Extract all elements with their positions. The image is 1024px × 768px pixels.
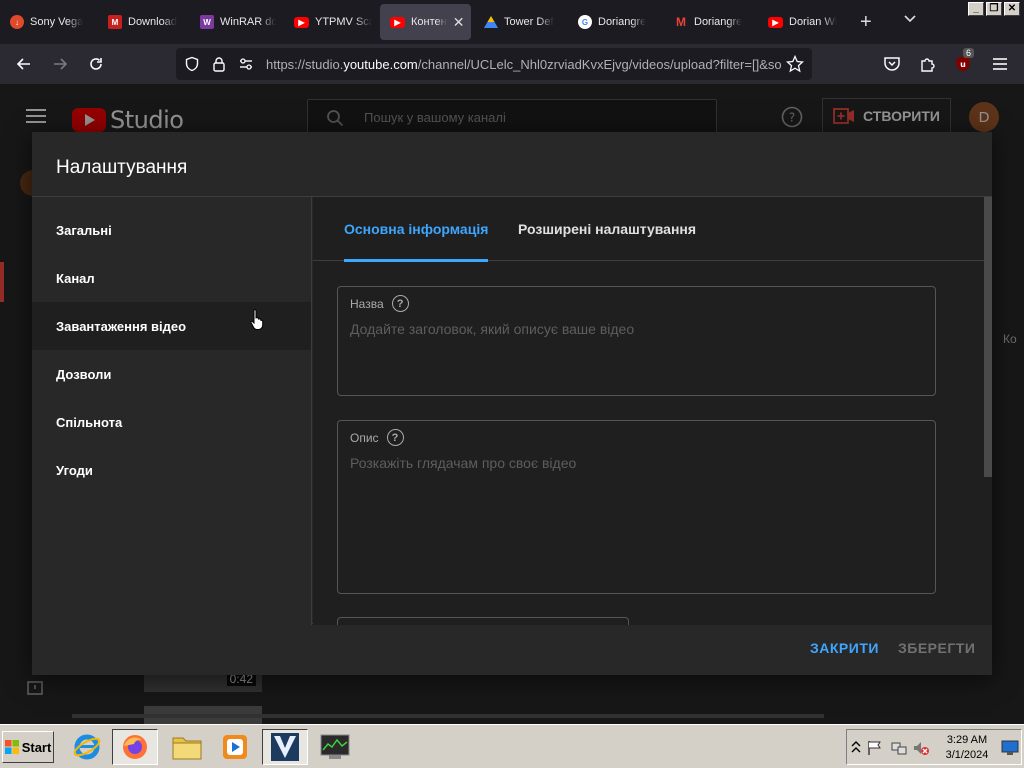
internet-explorer-icon[interactable] bbox=[64, 729, 110, 765]
google-drive-icon bbox=[484, 15, 498, 29]
tab-label: WinRAR dc bbox=[220, 16, 276, 28]
description-field[interactable]: Опис ? Розкажіть глядачам про своє відео bbox=[337, 420, 936, 594]
browser-tab[interactable]: M Doriangre bbox=[664, 4, 758, 40]
clock[interactable]: 3:29 AM 3/1/2024 bbox=[939, 733, 995, 763]
tab-advanced-settings[interactable]: Розширені налаштування bbox=[518, 197, 696, 261]
flag-icon[interactable] bbox=[867, 740, 883, 756]
close-tab-icon[interactable]: ✕ bbox=[453, 14, 465, 31]
title-field-placeholder: Додайте заголовок, який описує ваше віде… bbox=[350, 321, 635, 337]
title-field[interactable]: Назва ? Додайте заголовок, який описує в… bbox=[337, 286, 936, 396]
sidebar-item-upload-defaults[interactable]: Завантаження відео bbox=[32, 302, 311, 350]
url-text: https://studio.youtube.com/channel/UCLel… bbox=[266, 57, 782, 72]
pocket-icon[interactable] bbox=[882, 54, 902, 74]
tab-label: Sony Vega bbox=[30, 16, 84, 28]
system-tray: 3:29 AM 3/1/2024 bbox=[846, 729, 1022, 765]
description-field-placeholder: Розкажіть глядачам про своє відео bbox=[350, 455, 577, 471]
tab-label: Doriangre bbox=[598, 16, 647, 28]
browser-tab[interactable]: G Doriangre bbox=[568, 4, 662, 40]
reload-icon[interactable] bbox=[86, 54, 106, 74]
youtube-icon: ▶ bbox=[768, 16, 783, 28]
volume-muted-icon[interactable] bbox=[913, 740, 929, 756]
youtube-icon: ▶ bbox=[294, 16, 309, 28]
taskbar: Start 3:29 AM 3/1/2024 bbox=[0, 724, 1024, 768]
tracking-shield-icon[interactable] bbox=[184, 56, 200, 72]
youtube-icon: ▶ bbox=[390, 16, 405, 28]
dialog-footer: ЗАКРИТИ ЗБЕРЕГТИ bbox=[32, 624, 992, 675]
title-field-label-row: Назва ? bbox=[350, 295, 409, 312]
browser-tab[interactable]: ▶ YTPMV Sca bbox=[284, 4, 378, 40]
save-button[interactable]: ЗБЕРЕГТИ bbox=[898, 640, 975, 656]
help-icon[interactable]: ? bbox=[391, 295, 409, 312]
tab-basic-info[interactable]: Основна інформація bbox=[344, 197, 489, 262]
sidebar-item-permissions[interactable]: Дозволи bbox=[32, 350, 311, 398]
file-explorer-icon[interactable] bbox=[164, 729, 210, 765]
display-icon[interactable] bbox=[1001, 740, 1019, 756]
tab-label: Tower Def bbox=[504, 16, 554, 28]
settings-sidebar: Загальні Канал Завантаження відео Дозвол… bbox=[32, 197, 312, 625]
browser-navbar: https://studio.youtube.com/channel/UCLel… bbox=[0, 44, 1024, 84]
bookmark-star-icon[interactable] bbox=[786, 55, 804, 73]
task-manager-icon[interactable] bbox=[312, 729, 358, 765]
tab-label: Download bbox=[128, 16, 177, 28]
minimize-button[interactable]: _ bbox=[968, 2, 984, 16]
forward-arrow-icon[interactable] bbox=[50, 54, 70, 74]
network-icon[interactable] bbox=[891, 740, 907, 756]
dialog-title: Налаштування bbox=[56, 157, 188, 178]
lock-icon[interactable] bbox=[212, 56, 226, 72]
clock-date: 3/1/2024 bbox=[945, 749, 989, 761]
dialog-body: Загальні Канал Завантаження відео Дозвол… bbox=[32, 196, 992, 625]
maximize-button[interactable]: ❐ bbox=[986, 2, 1002, 16]
tab-label: YTPMV Sca bbox=[315, 16, 372, 28]
browser-tab[interactable]: W WinRAR dc bbox=[190, 4, 282, 40]
clock-time: 3:29 AM bbox=[946, 734, 988, 746]
settings-tabs: Основна інформація Розширені налаштуванн… bbox=[313, 197, 992, 262]
gmail-icon: M bbox=[108, 15, 122, 29]
tab-label: Doriangre bbox=[694, 16, 743, 28]
vegas-pro-icon[interactable] bbox=[262, 729, 308, 765]
content-scrollbar[interactable] bbox=[984, 197, 992, 477]
tab-label: Dorian Wi bbox=[789, 16, 838, 28]
browser-tab-active[interactable]: ▶ Контен ✕ bbox=[380, 4, 471, 40]
start-button[interactable]: Start bbox=[2, 731, 54, 763]
description-field-label: Опис bbox=[350, 430, 379, 445]
google-icon: G bbox=[578, 15, 592, 29]
winrar-icon: W bbox=[200, 15, 214, 29]
start-label: Start bbox=[21, 739, 52, 755]
new-tab-button[interactable]: + bbox=[860, 12, 872, 32]
hamburger-menu-icon[interactable] bbox=[990, 54, 1010, 74]
extension-badge: 6 bbox=[963, 48, 975, 58]
chevron-up-icon[interactable] bbox=[851, 741, 861, 753]
settings-content: Основна інформація Розширені налаштуванн… bbox=[313, 197, 992, 625]
sidebar-item-channel[interactable]: Канал bbox=[32, 254, 311, 302]
browser-tab[interactable]: ▶ Dorian Wi bbox=[758, 4, 852, 40]
firefox-icon[interactable] bbox=[112, 729, 158, 765]
settings-dialog: Налаштування Загальні Канал Завантаження… bbox=[32, 132, 992, 675]
url-bar[interactable]: https://studio.youtube.com/channel/UCLel… bbox=[176, 48, 812, 80]
permissions-icon[interactable] bbox=[238, 57, 254, 71]
windows-logo-icon bbox=[4, 740, 19, 754]
close-button[interactable]: ЗАКРИТИ bbox=[810, 640, 879, 656]
close-window-button[interactable]: ✕ bbox=[1004, 2, 1020, 16]
back-arrow-icon[interactable] bbox=[14, 54, 34, 74]
browser-tab[interactable]: ↓ Sony Vega bbox=[0, 4, 98, 40]
browser-tab[interactable]: Tower Def bbox=[474, 4, 566, 40]
description-field-label-row: Опис ? bbox=[350, 429, 404, 446]
browser-tab-strip: ↓ Sony Vega M Download W WinRAR dc ▶ YTP… bbox=[0, 0, 1024, 44]
ublock-origin-icon[interactable]: u 6 bbox=[953, 48, 975, 74]
media-player-icon[interactable] bbox=[212, 729, 258, 765]
hand-cursor-icon bbox=[250, 309, 264, 330]
window-controls: _ ❐ ✕ bbox=[968, 2, 1020, 16]
sidebar-item-agreements[interactable]: Угоди bbox=[32, 446, 311, 494]
sidebar-item-general[interactable]: Загальні bbox=[32, 206, 311, 254]
browser-tab[interactable]: M Download bbox=[98, 4, 190, 40]
help-icon[interactable]: ? bbox=[386, 429, 404, 446]
tab-label: Контен bbox=[411, 16, 447, 28]
chevron-down-icon[interactable] bbox=[903, 12, 917, 26]
svg-text:u: u bbox=[960, 60, 966, 69]
sidebar-item-community[interactable]: Спільнота bbox=[32, 398, 311, 446]
title-field-label: Назва bbox=[350, 296, 384, 311]
download-icon: ↓ bbox=[10, 15, 24, 29]
gmail-icon: M bbox=[676, 15, 686, 29]
extensions-puzzle-icon[interactable] bbox=[918, 54, 938, 74]
